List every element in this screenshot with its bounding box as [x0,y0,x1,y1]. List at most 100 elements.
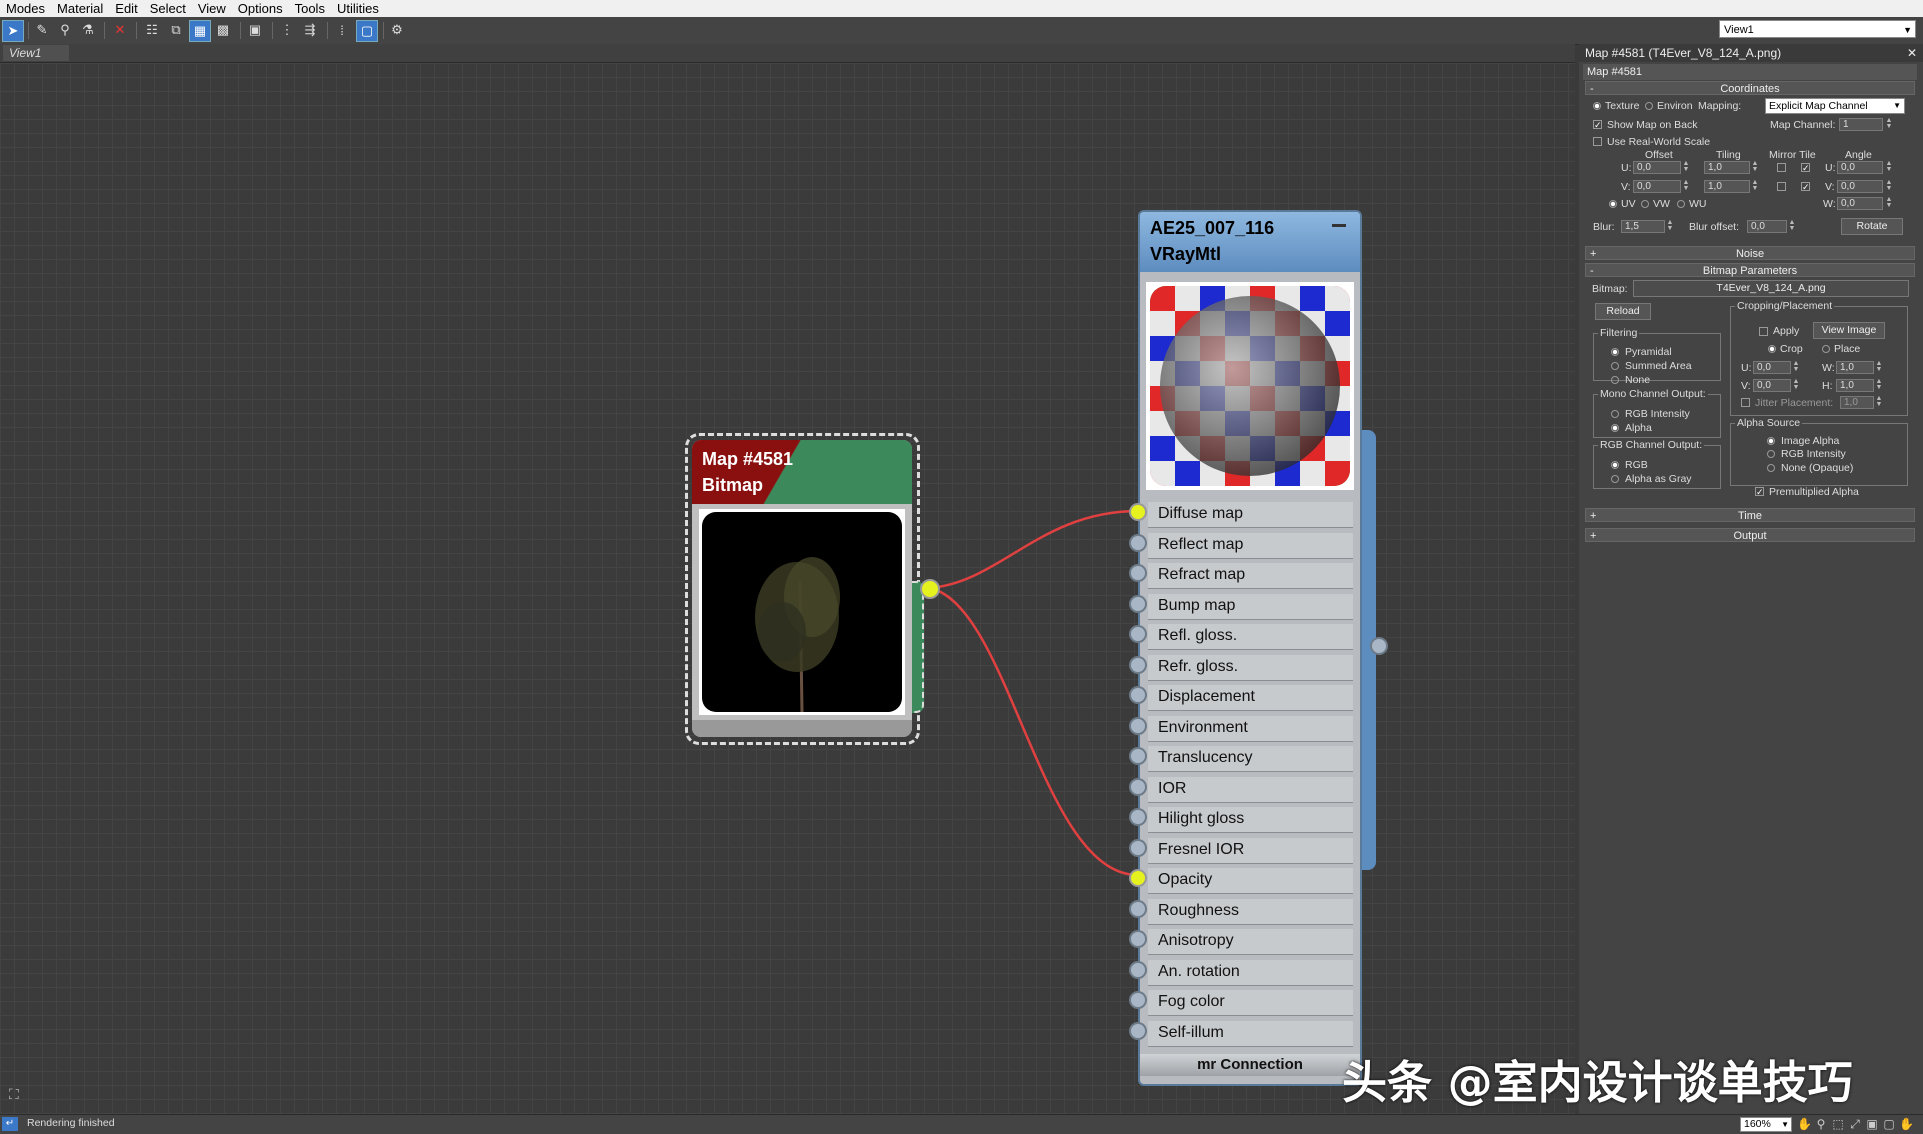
slot-input-socket[interactable] [1129,686,1147,704]
menu-view[interactable]: View [192,0,232,17]
node-canvas[interactable]: Map #4581 Bitmap AE25_007_116 VRayMtl Di… [0,63,1575,1114]
zoom-select[interactable]: 160% ▼ [1740,1117,1792,1132]
blur-offset-field[interactable]: 0,0 [1747,220,1787,233]
jitter-field[interactable]: 1,0 [1840,396,1874,409]
u-tile-checkbox[interactable]: ✓ [1801,163,1810,173]
zoom-region-icon[interactable]: ⬚ [1831,1117,1845,1131]
rollout-time[interactable]: + Time [1585,508,1915,522]
vraymtl-node-header[interactable]: AE25_007_116 VRayMtl [1140,212,1360,272]
menu-modes[interactable]: Modes [0,0,51,17]
slot-fresnel-ior[interactable]: Fresnel IOR [1140,837,1360,864]
close-icon[interactable]: ✕ [1907,44,1917,62]
slot-input-socket[interactable] [1129,716,1147,735]
menu-select[interactable]: Select [144,0,192,17]
rotate-button[interactable]: Rotate [1841,218,1903,235]
rgb-radio[interactable] [1611,461,1619,469]
slot-reflect-map[interactable]: Reflect map [1140,532,1360,559]
minimize-icon[interactable] [1332,224,1346,227]
u-angle-field[interactable]: 0,0 [1837,161,1883,174]
pyramidal-radio[interactable] [1611,348,1619,356]
zoom-icon[interactable]: ⚲ [1814,1117,1828,1131]
mapping-select[interactable]: Explicit Map Channel ▼ [1765,98,1905,114]
slot-bump-map[interactable]: Bump map [1140,593,1360,620]
render-map-icon[interactable]: ▣ [245,20,265,40]
bitmap-file-button[interactable]: T4Ever_V8_124_A.png [1633,280,1909,297]
slot-input-socket[interactable] [1129,991,1147,1009]
alpha-radio[interactable] [1611,424,1619,432]
map-channel-field[interactable]: 1 [1839,118,1883,131]
slot-refr-gloss[interactable]: Refr. gloss. [1140,654,1360,681]
pan-hand-icon[interactable]: ✋ [1797,1117,1812,1131]
slot-input-socket[interactable] [1129,1021,1147,1040]
show-map-icon[interactable]: ▦ [189,20,211,42]
render-status-icon[interactable]: ↵ [2,1117,18,1131]
slot-anisotropy[interactable]: Anisotropy [1140,929,1360,955]
apply-checkbox[interactable] [1759,327,1768,336]
slot-input-socket[interactable] [1129,564,1147,582]
blur-field[interactable]: 1,5 [1621,220,1665,233]
slot-input-socket[interactable] [1129,655,1147,674]
layout-children-icon[interactable]: ⧉ [166,20,186,40]
v-mirror-checkbox[interactable] [1777,182,1786,191]
spinner-icon[interactable]: ▲ ▼ [1792,360,1800,374]
hand-icon[interactable]: ✋ [1899,1117,1914,1131]
view-select[interactable]: View1 ▼ [1719,20,1916,38]
select-by-material-icon[interactable]: ⋮ [277,20,297,40]
tab-view1[interactable]: View1 [3,45,69,61]
v-angle-field[interactable]: 0,0 [1837,180,1883,193]
real-world-scale-checkbox[interactable] [1593,137,1602,146]
u-offset-field[interactable]: 0,0 [1633,161,1681,174]
hide-unused-slots-icon[interactable]: ⁞ [332,20,352,40]
spinner-icon[interactable]: ▲ ▼ [1792,378,1800,392]
slot-input-socket[interactable] [1129,594,1147,613]
image-alpha-radio[interactable] [1767,437,1775,445]
slot-input-socket[interactable] [1129,533,1147,552]
menu-options[interactable]: Options [232,0,289,17]
slot-input-socket[interactable] [1129,808,1147,826]
select-arrow-icon[interactable]: ➤ [2,20,24,42]
rollout-bitmap-parameters[interactable]: - Bitmap Parameters [1585,263,1915,277]
slot-displacement[interactable]: Displacement [1140,685,1360,711]
pick-material-icon[interactable]: ⚲ [55,20,75,40]
u-tiling-field[interactable]: 1,0 [1704,161,1750,174]
slot-environment[interactable]: Environment [1140,715,1360,742]
spinner-icon[interactable]: ▲ ▼ [1751,179,1759,193]
slot-hilight-gloss[interactable]: Hilight gloss [1140,807,1360,833]
spinner-icon[interactable]: ▲ ▼ [1885,196,1893,210]
slot-input-socket[interactable] [1129,869,1147,887]
spinner-icon[interactable]: ▲ ▼ [1788,219,1796,233]
slot-diffuse-map[interactable]: Diffuse map [1140,502,1360,528]
bitmap-node[interactable]: Map #4581 Bitmap [685,433,940,745]
spinner-icon[interactable]: ▲ ▼ [1885,179,1893,193]
spinner-icon[interactable]: ▲ ▼ [1682,179,1690,193]
slot-input-socket[interactable] [1129,625,1147,643]
wire-diffuse[interactable] [928,509,1139,590]
spinner-icon[interactable]: ▲ ▼ [1751,160,1759,174]
slot-ior[interactable]: IOR [1140,776,1360,803]
v-offset-field[interactable]: 0,0 [1633,180,1681,193]
pan-to-selected-icon[interactable]: ▢ [1882,1117,1896,1131]
v-tile-checkbox[interactable]: ✓ [1801,182,1810,192]
environ-radio[interactable] [1645,102,1653,110]
slot-input-socket[interactable] [1129,899,1147,918]
reload-button[interactable]: Reload [1595,303,1651,320]
zoom-extents-selected-icon[interactable]: ▣ [1865,1117,1879,1131]
none-opaque-radio[interactable] [1767,464,1775,472]
bitmap-output-socket[interactable] [920,579,940,599]
spinner-icon[interactable]: ▲ ▼ [1682,160,1690,174]
mr-connection-rollout[interactable]: mr Connection [1140,1054,1360,1076]
slot-roughness[interactable]: Roughness [1140,898,1360,925]
place-radio[interactable] [1822,345,1830,353]
uv-radio[interactable] [1609,200,1617,208]
wire-opacity[interactable] [928,586,1139,877]
slot-input-socket[interactable] [1129,747,1147,765]
eyedropper-icon[interactable]: ✎ [32,20,52,40]
menu-tools[interactable]: Tools [289,0,331,17]
slot-an-rotation[interactable]: An. rotation [1140,959,1360,986]
vw-radio[interactable] [1641,200,1649,208]
alpha-as-gray-radio[interactable] [1611,475,1619,483]
rgb-intensity-radio[interactable] [1611,410,1619,418]
v-tiling-field[interactable]: 1,0 [1704,180,1750,193]
slot-opacity[interactable]: Opacity [1140,868,1360,894]
delete-icon[interactable]: ✕ [110,20,130,40]
